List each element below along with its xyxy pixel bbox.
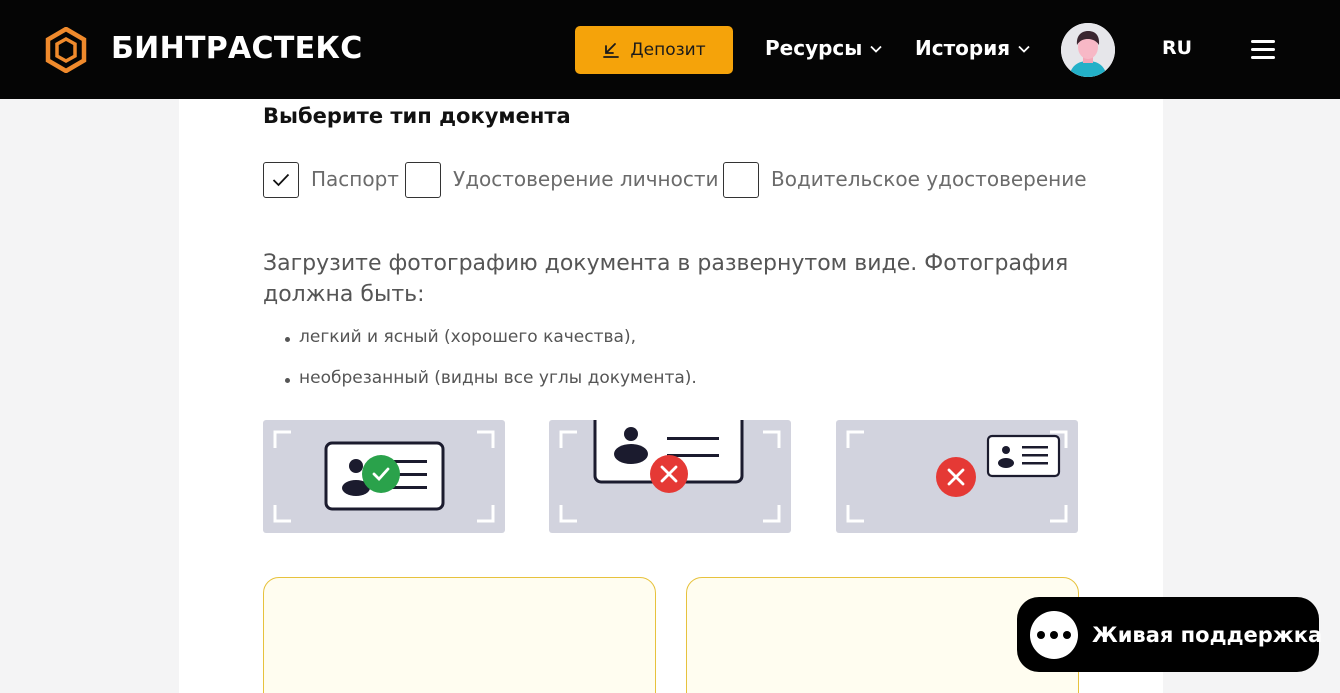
option-id-card-label[interactable]: Удостоверение личности: [453, 167, 719, 191]
hamburger-menu-icon[interactable]: [1251, 40, 1275, 60]
live-support-label: Живая поддержка: [1092, 622, 1323, 647]
nav-resources[interactable]: Ресурсы: [765, 36, 883, 60]
arrow-down-left-icon: [603, 43, 620, 58]
checkbox-drivers-license[interactable]: [723, 162, 759, 198]
user-avatar-icon: [1061, 23, 1115, 77]
document-type-title: Выберите тип документа: [263, 104, 571, 128]
checkmark-icon: [272, 173, 290, 187]
document-cropped-illustration: [559, 420, 781, 523]
upload-dropzone-front[interactable]: [263, 577, 656, 693]
deposit-button[interactable]: Депозит: [575, 26, 733, 74]
option-passport-label[interactable]: Паспорт: [311, 167, 399, 191]
language-switcher[interactable]: RU: [1162, 37, 1192, 59]
checkbox-id-card[interactable]: [405, 162, 441, 198]
document-small-illustration: [846, 430, 1068, 523]
upload-instruction: Загрузите фотографию документа в разверн…: [263, 251, 1069, 307]
chevron-down-icon: [870, 45, 883, 53]
nav-history[interactable]: История: [915, 36, 1030, 60]
example-cropped: [549, 420, 791, 533]
document-correct-illustration: [273, 430, 495, 523]
nav-history-label: История: [915, 36, 1011, 60]
checkbox-passport[interactable]: [263, 162, 299, 198]
option-drivers-license-label[interactable]: Водительское удостоверение: [771, 167, 1087, 191]
photo-requirements: легкий и ясный (хорошего качества), необ…: [285, 327, 697, 409]
requirement-item: легкий и ясный (хорошего качества),: [285, 327, 697, 368]
deposit-label: Депозит: [630, 40, 706, 60]
live-support-button[interactable]: Живая поддержка: [1017, 597, 1323, 672]
example-too-small: [836, 420, 1078, 533]
nav-resources-label: Ресурсы: [765, 36, 863, 60]
chat-bubble-icon: [1030, 610, 1078, 659]
requirement-item: необрезанный (видны все углы документа).: [285, 368, 697, 409]
top-header: БИНТРАСТЕКС Депозит Ресурсы История RU: [0, 0, 1340, 99]
avatar[interactable]: [1061, 23, 1115, 77]
chevron-down-icon: [1018, 45, 1030, 53]
logo-icon[interactable]: [45, 27, 87, 73]
example-correct: [263, 420, 505, 533]
brand-name[interactable]: БИНТРАСТЕКС: [111, 31, 363, 66]
